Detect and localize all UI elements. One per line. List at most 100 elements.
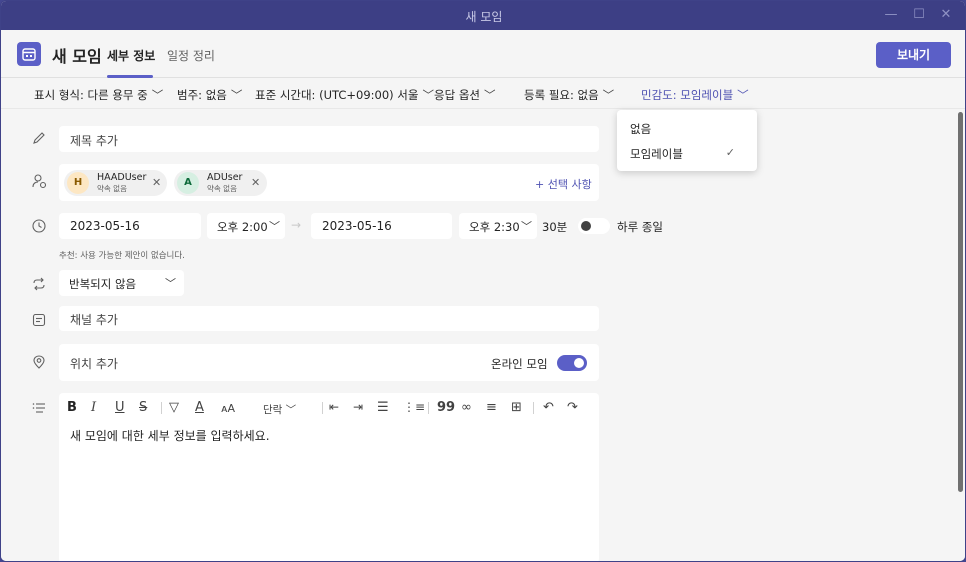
channel-field[interactable]: 채널 추가 [59, 306, 599, 331]
repeat-value: 반복되지 않음 [69, 277, 137, 291]
chevron-down-icon: ﹀ [483, 88, 496, 102]
attendee-chip[interactable]: H HAADUser 약속 없음 ✕ [64, 170, 167, 196]
meeting-details-editor[interactable]: B I U S ▽ A ᴀA 단락 ﹀ ⇤ ⇥ ☰ ⋮≡ 99 ∞ ≡ ⊞ ↶ … [59, 393, 599, 561]
response-options-label: 응답 옵션 [434, 88, 480, 102]
paragraph-dropdown[interactable]: 단락 ﹀ [263, 402, 296, 417]
scrollbar[interactable] [957, 110, 965, 561]
highlight-icon[interactable]: ▽ [169, 400, 179, 415]
channel-icon [32, 313, 46, 327]
attendees-field[interactable]: H HAADUser 약속 없음 ✕ A ADUser 약속 없음 ✕ + 선택… [59, 164, 599, 201]
meeting-window: 새 모임 — ☐ ✕ 새 모임 세부 정보 일정 정리 보내기 표시 형식: 다… [0, 0, 966, 562]
registration-dropdown[interactable]: 등록 필요: 없음 ﹀ [524, 87, 614, 103]
form-area: 제목 추가 H HAADUser 약속 없음 ✕ A ADUser 약속 없음 … [1, 110, 957, 561]
toolbar-divider [533, 402, 534, 414]
clock-icon [32, 219, 46, 233]
timezone-label: 표준 시간대: (UTC+09:00) 서울 [255, 88, 419, 102]
chevron-down-icon: ﹀ [151, 88, 164, 102]
end-date-field[interactable]: 2023-05-16 [311, 213, 452, 239]
menu-item-none[interactable]: 없음 [630, 121, 651, 137]
location-icon [33, 355, 45, 369]
response-options-dropdown[interactable]: 응답 옵션 ﹀ [434, 87, 495, 103]
repeat-icon [33, 277, 45, 291]
scrollbar-thumb[interactable] [958, 112, 963, 492]
attendee-status: 약속 없음 [97, 184, 127, 193]
channel-placeholder: 채널 추가 [70, 313, 118, 327]
redo-icon[interactable]: ↷ [567, 400, 578, 415]
menu-item-label[interactable]: 모임레이블 [630, 146, 683, 162]
start-date-value: 2023-05-16 [70, 219, 140, 233]
all-day-toggle[interactable] [578, 218, 610, 234]
online-meeting-label: 온라인 모임 [491, 357, 548, 371]
chevron-down-icon: ﹀ [737, 88, 749, 102]
chevron-down-icon: ﹀ [269, 220, 280, 233]
toolbar-divider [161, 402, 162, 414]
horizontal-rule-icon[interactable]: ≡ [486, 400, 497, 415]
end-time-dropdown[interactable]: 오후 2:30 ﹀ [459, 213, 537, 239]
link-icon[interactable]: ∞ [461, 400, 472, 415]
italic-button[interactable]: I [91, 400, 96, 415]
minimize-button[interactable]: — [880, 5, 902, 25]
category-label: 범주: 없음 [177, 88, 227, 102]
show-as-dropdown[interactable]: 표시 형식: 다른 용무 중 ﹀ [34, 87, 163, 103]
font-size-icon[interactable]: ᴀA [221, 402, 235, 415]
maximize-button[interactable]: ☐ [908, 5, 930, 25]
send-button[interactable]: 보내기 [876, 42, 951, 68]
calendar-icon [17, 42, 41, 66]
details-list-icon [32, 403, 45, 413]
start-date-field[interactable]: 2023-05-16 [59, 213, 201, 239]
remove-attendee-icon[interactable]: ✕ [251, 176, 260, 189]
toolbar-divider [428, 402, 429, 414]
details-placeholder: 새 모임에 대한 세부 정보를 입력하세요. [70, 429, 270, 443]
repeat-dropdown[interactable]: 반복되지 않음 ﹀ [59, 270, 184, 296]
bulleted-list-icon[interactable]: ☰ [377, 400, 389, 415]
decrease-indent-icon[interactable]: ⇤ [329, 400, 339, 414]
quote-icon[interactable]: 99 [437, 400, 455, 415]
suggestion-text: 추천: 사용 가능한 제안이 없습니다. [59, 251, 185, 261]
header: 새 모임 세부 정보 일정 정리 보내기 [1, 30, 965, 78]
sensitivity-label: 민감도: 모임레이블 [641, 88, 734, 102]
attendee-name: HAADUser [97, 172, 147, 183]
increase-indent-icon[interactable]: ⇥ [353, 400, 363, 414]
attendee-name: ADUser [207, 172, 243, 183]
attendee-status: 약속 없음 [207, 184, 237, 193]
sensitivity-dropdown[interactable]: 민감도: 모임레이블 ﹀ [641, 87, 749, 103]
checkmark-icon: ✓ [725, 146, 735, 159]
toggle-knob [574, 358, 584, 368]
paragraph-label: 단락 [263, 404, 283, 416]
options-bar: 표시 형식: 다른 용무 중 ﹀ 범주: 없음 ﹀ 표준 시간대: (UTC+09:… [1, 79, 965, 109]
title-placeholder: 제목 추가 [70, 134, 118, 148]
font-color-icon[interactable]: A [195, 400, 204, 415]
bold-button[interactable]: B [67, 400, 77, 415]
strikethrough-button[interactable]: S [139, 400, 147, 415]
tab-details[interactable]: 세부 정보 [107, 47, 155, 64]
start-time-dropdown[interactable]: 오후 2:00 ﹀ [207, 213, 285, 239]
toolbar-divider [322, 402, 323, 414]
undo-icon[interactable]: ↶ [543, 400, 554, 415]
close-button[interactable]: ✕ [935, 5, 957, 25]
page-title: 새 모임 [52, 47, 102, 66]
online-meeting-toggle[interactable] [557, 355, 587, 371]
attendee-chip[interactable]: A ADUser 약속 없음 ✕ [174, 170, 267, 196]
chevron-down-icon: ﹀ [230, 88, 243, 102]
tab-scheduling[interactable]: 일정 정리 [167, 47, 215, 64]
location-placeholder: 위치 추가 [70, 357, 118, 371]
arrow-right-icon: → [291, 218, 302, 232]
underline-button[interactable]: U [115, 400, 125, 415]
numbered-list-icon[interactable]: ⋮≡ [403, 400, 425, 414]
location-field[interactable]: 위치 추가 온라인 모임 [59, 344, 599, 381]
avatar: H [67, 172, 89, 194]
registration-label: 등록 필요: 없음 [524, 88, 599, 102]
toggle-knob [581, 221, 591, 231]
category-dropdown[interactable]: 범주: 없음 ﹀ [177, 87, 242, 103]
all-day-label: 하루 종일 [617, 220, 663, 234]
remove-attendee-icon[interactable]: ✕ [152, 176, 161, 189]
chevron-down-icon: ﹀ [165, 277, 176, 290]
timezone-dropdown[interactable]: 표준 시간대: (UTC+09:00) 서울 ﹀ [255, 87, 434, 103]
chevron-down-icon: ﹀ [602, 88, 615, 102]
optional-attendees-link[interactable]: + 선택 사항 [535, 176, 592, 192]
pencil-icon [33, 132, 45, 144]
chevron-down-icon: ﹀ [521, 220, 532, 233]
title-field[interactable]: 제목 추가 [59, 126, 599, 152]
end-date-value: 2023-05-16 [322, 219, 392, 233]
table-icon[interactable]: ⊞ [511, 400, 522, 415]
